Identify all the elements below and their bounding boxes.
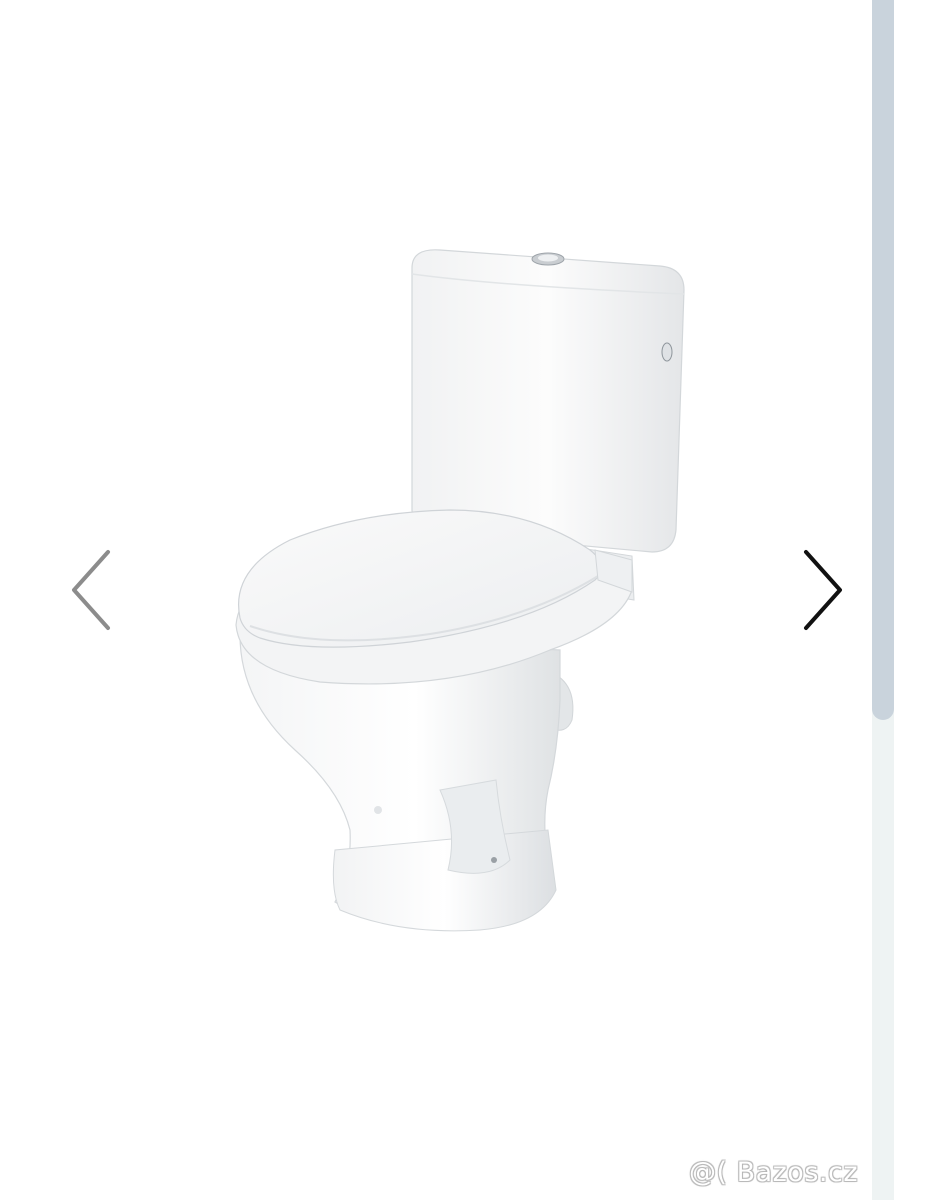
scrollbar-thumb[interactable] (872, 0, 894, 720)
chevron-left-icon (72, 550, 110, 630)
chevron-right-icon (804, 550, 842, 630)
product-photo (235, 249, 685, 932)
image-gallery[interactable]: @( Bazos.cz (0, 0, 870, 1200)
previous-image-button[interactable] (62, 540, 122, 640)
watermark-text: @( Bazos.cz (688, 1157, 858, 1188)
scrollbar-track[interactable] (872, 0, 894, 1200)
next-image-button[interactable] (792, 540, 852, 640)
page: @( Bazos.cz (0, 0, 935, 1200)
